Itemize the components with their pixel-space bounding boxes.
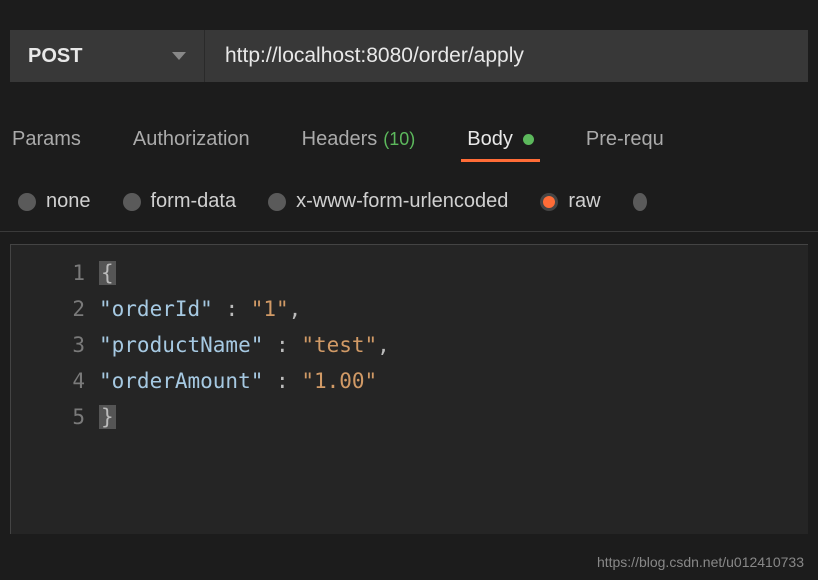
- tab-body[interactable]: Body: [465, 120, 536, 159]
- line-number: 4: [21, 363, 85, 399]
- json-value: "1": [251, 297, 289, 321]
- radio-form-data-label: form-data: [151, 190, 237, 213]
- json-value: "test": [301, 333, 377, 357]
- radio-none[interactable]: none: [18, 190, 91, 213]
- radio-icon: [18, 193, 36, 211]
- tab-headers[interactable]: Headers (10): [300, 120, 418, 159]
- tab-body-label: Body: [467, 128, 513, 151]
- radio-raw-label: raw: [568, 190, 600, 213]
- brace-open: {: [99, 261, 116, 285]
- radio-none-label: none: [46, 190, 91, 213]
- line-number: 2: [21, 291, 85, 327]
- http-method-value: POST: [28, 45, 82, 68]
- http-method-select[interactable]: POST: [10, 30, 205, 82]
- tab-params-label: Params: [12, 128, 81, 151]
- radio-truncated-icon: [633, 193, 647, 211]
- radio-icon: [123, 193, 141, 211]
- chevron-down-icon: [172, 52, 186, 60]
- body-editor[interactable]: 1 2 3 4 5 { "orderId" : "1", "productNam…: [10, 244, 808, 534]
- line-number: 3: [21, 327, 85, 363]
- request-tabs: Params Authorization Headers (10) Body P…: [0, 92, 818, 160]
- brace-close: }: [99, 405, 116, 429]
- divider: [0, 231, 818, 232]
- json-key: "orderId": [99, 297, 213, 321]
- radio-raw[interactable]: raw: [540, 190, 600, 213]
- body-modified-indicator-icon: [523, 134, 534, 145]
- tab-headers-count: (10): [383, 129, 415, 150]
- tab-authorization[interactable]: Authorization: [131, 120, 252, 159]
- radio-icon: [540, 193, 558, 211]
- json-key: "orderAmount": [99, 369, 263, 393]
- tab-headers-label: Headers: [302, 128, 378, 151]
- tab-authorization-label: Authorization: [133, 128, 250, 151]
- line-number: 1: [21, 255, 85, 291]
- radio-urlencoded-label: x-www-form-urlencoded: [296, 190, 508, 213]
- tab-prerequest-label: Pre-requ: [586, 128, 664, 151]
- body-type-radios: none form-data x-www-form-urlencoded raw: [0, 160, 818, 231]
- tab-prerequest[interactable]: Pre-requ: [584, 120, 666, 159]
- line-number: 5: [21, 399, 85, 435]
- url-input[interactable]: [205, 30, 808, 82]
- radio-form-data[interactable]: form-data: [123, 190, 237, 213]
- json-value: "1.00": [301, 369, 377, 393]
- line-gutter: 1 2 3 4 5: [11, 245, 99, 534]
- watermark: https://blog.csdn.net/u012410733: [597, 554, 804, 570]
- tab-params[interactable]: Params: [10, 120, 83, 159]
- code-content[interactable]: { "orderId" : "1", "productName" : "test…: [99, 245, 390, 534]
- radio-urlencoded[interactable]: x-www-form-urlencoded: [268, 190, 508, 213]
- json-key: "productName": [99, 333, 263, 357]
- radio-icon: [268, 193, 286, 211]
